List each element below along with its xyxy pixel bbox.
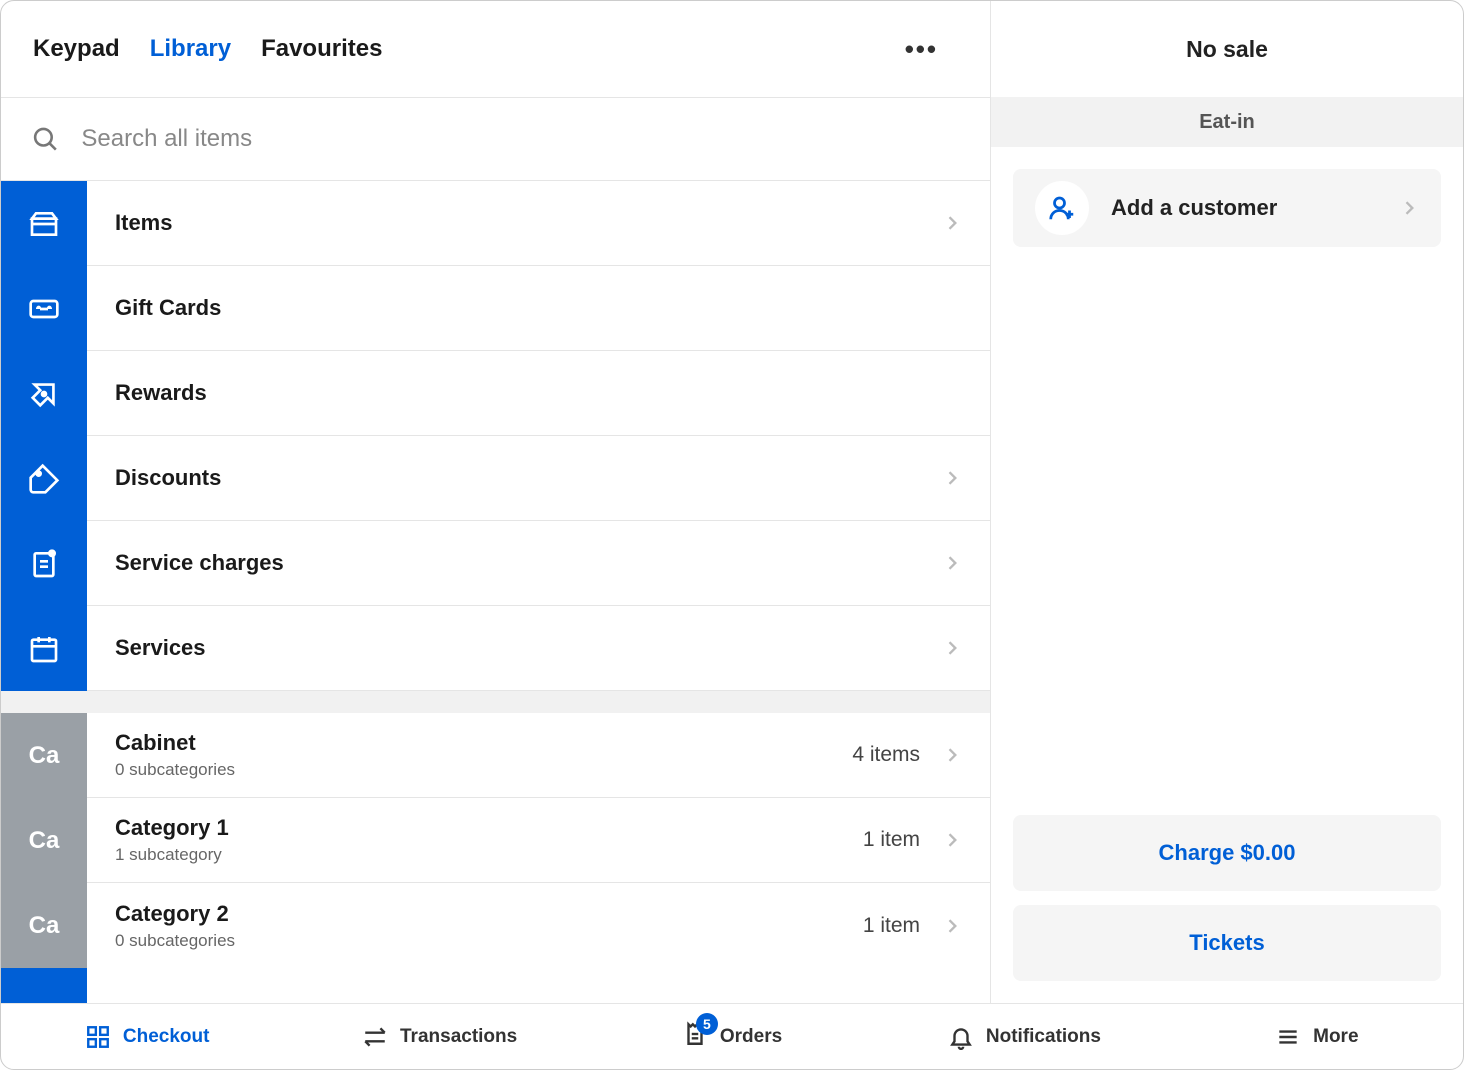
list-item-servicecharges[interactable]: Service charges [87, 521, 990, 606]
category-row[interactable]: Cabinet 0 subcategories 4 items [87, 713, 990, 798]
rail-category-abbr[interactable]: Ca [1, 713, 87, 798]
rail-category-abbr[interactable]: Ca [1, 798, 87, 883]
category-name: Category 1 [115, 815, 863, 841]
tab-favourites[interactable]: Favourites [261, 35, 382, 63]
category-sub: 1 subcategory [115, 845, 863, 865]
category-sub: 0 subcategories [115, 931, 863, 951]
chevron-right-icon [1399, 198, 1419, 218]
add-customer-label: Add a customer [1111, 195, 1399, 221]
rail-category-abbr[interactable]: Ca [1, 883, 87, 968]
search-input[interactable] [81, 125, 960, 153]
search-icon [31, 124, 59, 154]
transactions-icon [362, 1024, 388, 1050]
list-item-label: Service charges [115, 550, 942, 576]
nav-label: Orders [720, 1026, 782, 1048]
rail-services-icon[interactable] [1, 606, 87, 691]
orders-badge: 5 [696, 1013, 718, 1035]
chevron-right-icon [942, 553, 962, 573]
category-count: 1 item [863, 914, 920, 938]
nav-orders[interactable]: 5 Orders [586, 1021, 878, 1052]
list-item-label: Items [115, 210, 942, 236]
list-item-services[interactable]: Services [87, 606, 990, 691]
category-count: 1 item [863, 828, 920, 852]
list-item-rewards[interactable]: Rewards [87, 351, 990, 436]
category-row[interactable]: Category 1 1 subcategory 1 item [87, 798, 990, 883]
chevron-right-icon [942, 468, 962, 488]
add-customer-icon [1047, 193, 1077, 223]
checkout-icon [85, 1024, 111, 1050]
nav-notifications[interactable]: Notifications [878, 1024, 1170, 1050]
list-item-label: Discounts [115, 465, 942, 491]
category-name: Category 2 [115, 901, 863, 927]
chevron-right-icon [942, 916, 962, 936]
nav-label: Notifications [986, 1026, 1101, 1048]
chevron-right-icon [942, 830, 962, 850]
list-item-discounts[interactable]: Discounts [87, 436, 990, 521]
bell-icon [948, 1024, 974, 1050]
add-customer-button[interactable]: Add a customer [1013, 169, 1441, 247]
rail-discounts-icon[interactable] [1, 436, 87, 521]
menu-icon [1275, 1024, 1301, 1050]
nav-more[interactable]: More [1171, 1024, 1463, 1050]
list-item-giftcards[interactable]: Gift Cards [87, 266, 990, 351]
category-sub: 0 subcategories [115, 760, 852, 780]
more-options-icon[interactable]: ••• [905, 34, 958, 65]
dining-option[interactable]: Eat-in [991, 97, 1463, 147]
list-item-label: Gift Cards [115, 295, 962, 321]
cart-title: No sale [991, 1, 1463, 97]
list-item-label: Rewards [115, 380, 962, 406]
nav-label: More [1313, 1026, 1358, 1048]
nav-transactions[interactable]: Transactions [293, 1024, 585, 1050]
rail-servicecharges-icon[interactable] [1, 521, 87, 606]
category-row[interactable]: Category 2 0 subcategories 1 item [87, 883, 990, 968]
tab-library[interactable]: Library [150, 35, 231, 63]
chevron-right-icon [942, 213, 962, 233]
tickets-button[interactable]: Tickets [1013, 905, 1441, 981]
list-item-label: Services [115, 635, 942, 661]
category-count: 4 items [852, 743, 920, 767]
chevron-right-icon [942, 745, 962, 765]
nav-checkout[interactable]: Checkout [1, 1024, 293, 1050]
rail-rewards-icon[interactable] [1, 351, 87, 436]
chevron-right-icon [942, 638, 962, 658]
nav-label: Checkout [123, 1026, 210, 1048]
tab-keypad[interactable]: Keypad [33, 35, 120, 63]
rail-giftcards-icon[interactable] [1, 266, 87, 351]
charge-button[interactable]: Charge $0.00 [1013, 815, 1441, 891]
category-name: Cabinet [115, 730, 852, 756]
list-item-items[interactable]: Items [87, 181, 990, 266]
rail-items-icon[interactable] [1, 181, 87, 266]
nav-label: Transactions [400, 1026, 517, 1048]
